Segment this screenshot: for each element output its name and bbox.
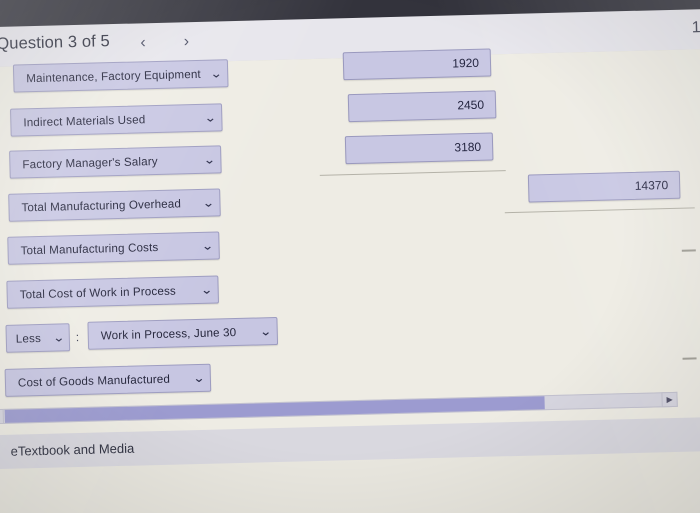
- etextbook-and-media-link[interactable]: eTextbook and Media: [10, 441, 134, 459]
- scroll-right-arrow-icon[interactable]: ▶: [661, 391, 678, 408]
- row-rule-marker: [682, 357, 697, 360]
- chevron-down-icon: ⌄: [192, 370, 206, 386]
- scroll-left-arrow-icon[interactable]: ◀: [0, 408, 4, 425]
- chevron-down-icon: ⌄: [203, 110, 217, 125]
- account-select-total-cost-of-work-in-process[interactable]: Total Cost of Work in Process ⌄: [6, 275, 220, 309]
- chevron-down-icon: ⌄: [201, 195, 215, 210]
- chevron-down-icon: ⌄: [202, 152, 216, 167]
- question-content-area: Maintenance, Factory Equipment ⌄ Indirec…: [0, 48, 700, 448]
- chevron-down-icon: ⌄: [259, 324, 273, 339]
- screen-photo: Question 3 of 5 ‹ › 1.5 / 3 Maintenance,…: [0, 0, 700, 513]
- amount-input-3180[interactable]: 3180: [344, 132, 494, 165]
- qualifier-separator: :: [75, 330, 80, 345]
- chevron-right-icon[interactable]: ›: [179, 32, 193, 52]
- account-select-work-in-process-june-30[interactable]: Work in Process, June 30 ⌄: [87, 316, 279, 350]
- amount-input-14370[interactable]: 14370: [527, 170, 681, 203]
- chevron-down-icon: ⌄: [199, 282, 214, 297]
- amount-input-2450[interactable]: 2450: [347, 90, 497, 123]
- page-title: Question 3 of 5: [0, 32, 110, 54]
- account-select-total-manufacturing-overhead[interactable]: Total Manufacturing Overhead ⌄: [8, 188, 221, 222]
- question-navigation[interactable]: ‹ ›: [136, 32, 193, 53]
- row-rule-marker: [681, 249, 696, 252]
- account-select-indirect-materials-used[interactable]: Indirect Materials Used ⌄: [10, 103, 223, 137]
- subtotal-rule-total: [504, 207, 695, 214]
- account-select-maintenance-factory-equipment[interactable]: Maintenance, Factory Equipment ⌄: [12, 59, 229, 93]
- qualifier-select-less[interactable]: Less ⌄: [5, 323, 71, 353]
- account-select-factory-managers-salary[interactable]: Factory Manager's Salary ⌄: [9, 145, 222, 179]
- account-select-cost-of-goods-manufactured[interactable]: Cost of Goods Manufactured ⌄: [4, 363, 212, 397]
- account-select-total-manufacturing-costs[interactable]: Total Manufacturing Costs ⌄: [7, 231, 220, 265]
- chevron-down-icon: ⌄: [52, 330, 66, 345]
- chevron-down-icon: ⌄: [209, 66, 223, 81]
- subtotal-rule-overhead: [319, 170, 506, 176]
- chevron-left-icon[interactable]: ‹: [136, 33, 150, 53]
- chevron-down-icon: ⌄: [200, 238, 214, 253]
- score-badge: 1.5 / 3: [691, 18, 700, 37]
- amount-input-1920[interactable]: 1920: [342, 48, 492, 81]
